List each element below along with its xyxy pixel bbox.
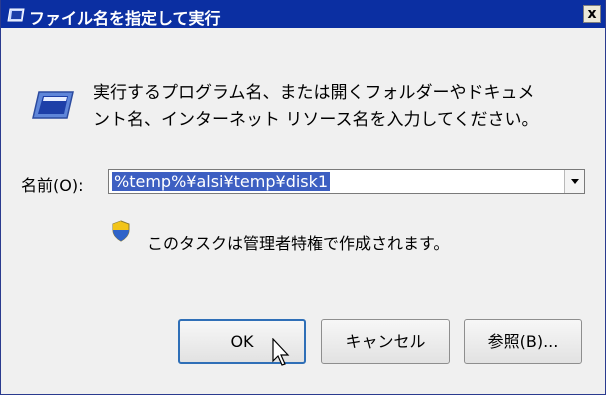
dialog-description: 実行するプログラム名、または開くフォルダーやドキュメ ント名、インターネット リ… bbox=[93, 80, 583, 134]
run-program-icon bbox=[31, 90, 75, 124]
dropdown-arrow-icon[interactable] bbox=[564, 170, 584, 193]
mouse-pointer-icon bbox=[272, 337, 290, 372]
browse-button[interactable]: 参照(B)... bbox=[464, 319, 582, 364]
run-window-icon bbox=[7, 7, 25, 26]
uac-shield-icon bbox=[111, 220, 131, 246]
description-line-2: ント名、インターネット リソース名を入力してください。 bbox=[93, 110, 539, 130]
name-label: 名前(O): bbox=[21, 176, 84, 195]
name-input-value[interactable]: %temp%¥alsi¥temp¥disk1 bbox=[112, 172, 331, 191]
run-dialog: ファイル名を指定して実行 x 実行するプログラム名、または開くフォルダーやドキュ… bbox=[0, 0, 606, 395]
close-button[interactable]: x bbox=[583, 5, 601, 23]
admin-privilege-note: このタスクは管理者特権で作成されます。 bbox=[147, 234, 450, 253]
description-line-1: 実行するプログラム名、または開くフォルダーやドキュメ bbox=[93, 83, 535, 103]
title-bar[interactable]: ファイル名を指定して実行 x bbox=[1, 0, 605, 28]
name-combobox[interactable]: %temp%¥alsi¥temp¥disk1 bbox=[108, 169, 585, 194]
window-title: ファイル名を指定して実行 bbox=[29, 9, 221, 28]
cancel-button[interactable]: キャンセル bbox=[321, 319, 450, 364]
